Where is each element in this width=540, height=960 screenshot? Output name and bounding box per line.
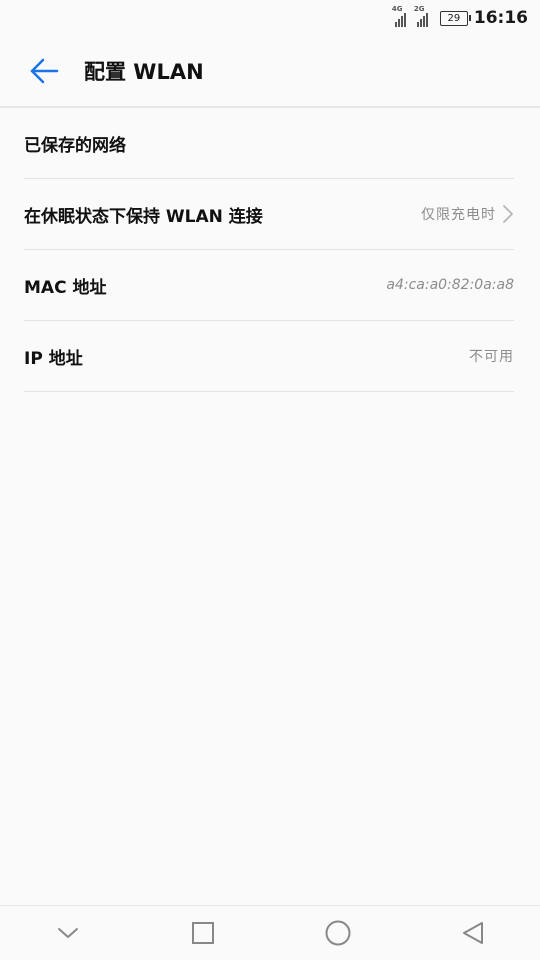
arrow-left-icon — [30, 58, 59, 84]
ip-address-value: 不可用 — [469, 349, 514, 365]
home-icon — [325, 920, 350, 946]
saved-networks-row[interactable]: 已保存的网络 — [24, 108, 514, 179]
chevron-down-icon — [57, 928, 78, 938]
signal-4g-label: 4G — [391, 5, 403, 13]
recent-apps-button[interactable] — [173, 908, 233, 958]
battery-level: 29 — [447, 12, 461, 24]
chevron-right-icon — [503, 205, 513, 223]
mac-address-row: MAC 地址 a4:ca:a0:82:0a:a8 — [24, 250, 514, 321]
saved-networks-label: 已保存的网络 — [24, 135, 126, 156]
ip-address-label: IP 地址 — [24, 348, 83, 369]
ip-address-row: IP 地址 不可用 — [24, 321, 514, 392]
clock: 16:16 — [473, 8, 528, 28]
signal-2g-label: 2G — [413, 5, 425, 13]
signal-4g-icon: 4G — [392, 5, 406, 27]
back-icon — [462, 922, 483, 944]
mac-address-label: MAC 地址 — [24, 277, 107, 298]
navigation-bar — [0, 905, 540, 960]
recent-apps-icon — [191, 922, 214, 944]
keep-wlan-on-sleep-row[interactable]: 在休眠状态下保持 WLAN 连接 仅限充电时 — [24, 179, 514, 250]
hide-nav-button[interactable] — [38, 908, 98, 958]
status-bar: 4G 2G 29 16:16 — [0, 0, 540, 36]
settings-list: 已保存的网络 在休眠状态下保持 WLAN 连接 仅限充电时 MAC 地址 a4:… — [24, 108, 514, 392]
keep-wlan-on-sleep-value-wrap: 仅限充电时 — [421, 204, 514, 224]
back-button[interactable] — [14, 43, 74, 99]
page-title: 配置 WLAN — [84, 60, 204, 84]
header: 配置 WLAN — [0, 36, 540, 108]
signal-2g-icon: 2G — [414, 5, 428, 27]
battery-icon: 29 — [439, 10, 471, 26]
keep-wlan-on-sleep-value: 仅限充电时 — [421, 207, 496, 223]
screen: 4G 2G 29 16:16 配置 WLAN 已保存的网络 在休眠状态下保持 W… — [0, 0, 540, 960]
home-button[interactable] — [308, 908, 368, 958]
ip-address-value-wrap: 不可用 — [469, 346, 514, 366]
mac-address-value-wrap: a4:ca:a0:82:0a:a8 — [386, 277, 514, 293]
back-nav-button[interactable] — [443, 908, 503, 958]
keep-wlan-on-sleep-label: 在休眠状态下保持 WLAN 连接 — [24, 206, 263, 227]
mac-address-value: a4:ca:a0:82:0a:a8 — [386, 277, 514, 293]
